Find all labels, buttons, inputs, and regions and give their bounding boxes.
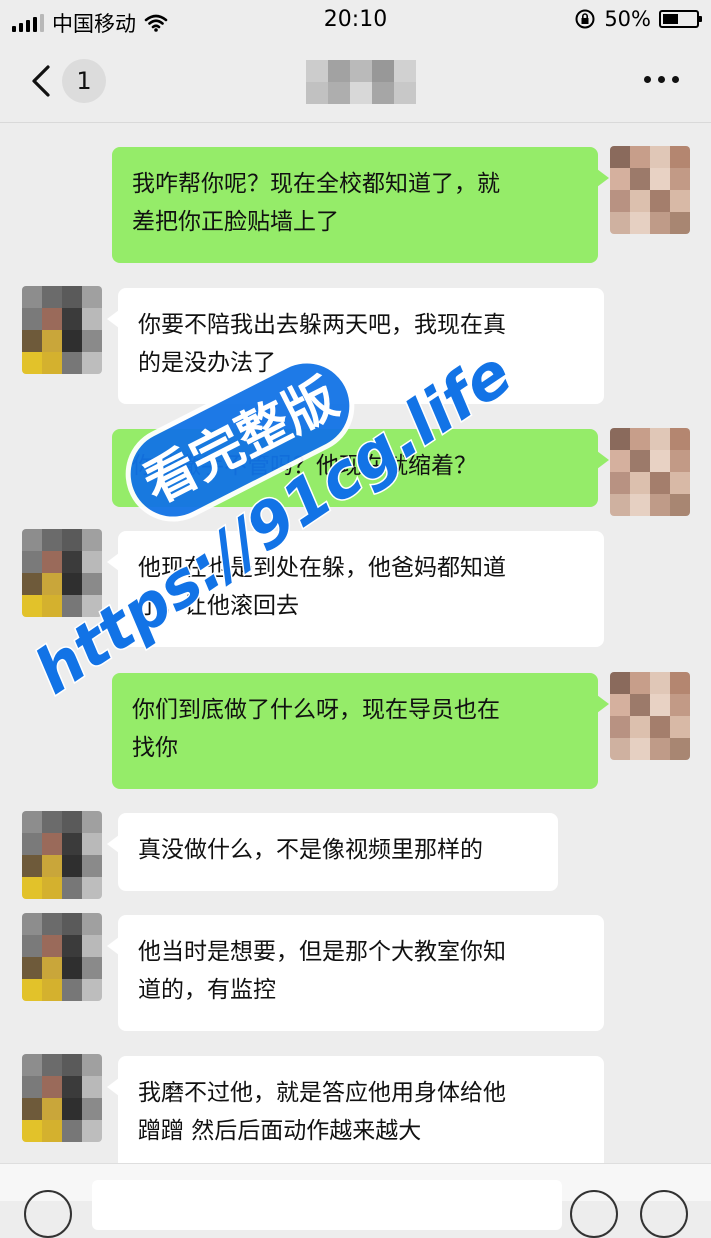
avatar[interactable] bbox=[610, 428, 690, 516]
message-bubble[interactable]: 他现在也是到处在躲，他爸妈都知道 了，让他滚回去 bbox=[107, 531, 604, 647]
message-bubble[interactable]: 他当时是想要，但是那个大教室你知 道的，有监控 bbox=[107, 915, 604, 1031]
message-text-line: 我磨不过他，就是答应他用身体给他 bbox=[138, 1080, 506, 1106]
message-text-line: 的是没办法了 bbox=[138, 350, 276, 376]
message-text-line: 你就撒手不管吗？他现在就缩着？ bbox=[132, 453, 477, 479]
chat-title-blurred bbox=[306, 60, 416, 104]
avatar[interactable] bbox=[610, 672, 690, 760]
rotation-lock-icon bbox=[575, 9, 595, 29]
message-bubble[interactable]: 我咋帮你呢？现在全校都知道了，就 差把你正脸贴墙上了 bbox=[112, 147, 609, 263]
battery-icon bbox=[659, 10, 702, 28]
add-icon[interactable] bbox=[640, 1190, 688, 1238]
message-text-line: 他当时是想要，但是那个大教室你知 bbox=[138, 939, 506, 965]
message-text-line: 我咋帮你呢？现在全校都知道了，就 bbox=[132, 171, 500, 197]
message-bubble[interactable]: 你们到底做了什么呀，现在导员也在 找你 bbox=[112, 673, 609, 789]
status-bar: 中国移动 20:10 50% bbox=[0, 0, 711, 40]
emoji-icon[interactable] bbox=[570, 1190, 618, 1238]
message-text-line: 你们到底做了什么呀，现在导员也在 bbox=[132, 697, 500, 723]
message-text-line: 找你 bbox=[132, 735, 178, 761]
battery-percent: 50% bbox=[604, 7, 651, 31]
message-text-line: 差把你正脸贴墙上了 bbox=[132, 209, 339, 235]
chat-header: 1 bbox=[0, 40, 711, 123]
voice-icon[interactable] bbox=[24, 1190, 72, 1238]
message-text-line: 道的，有监控 bbox=[138, 977, 276, 1003]
avatar[interactable] bbox=[22, 1054, 102, 1142]
more-icon[interactable] bbox=[644, 76, 679, 83]
message-text-line: 蹭蹭 然后后面动作越来越大 bbox=[138, 1118, 422, 1144]
avatar[interactable] bbox=[22, 529, 102, 617]
avatar[interactable] bbox=[22, 811, 102, 899]
message-text-line: 真没做什么，不是像视频里那样的 bbox=[138, 837, 483, 863]
input-bar bbox=[0, 1163, 711, 1238]
message-bubble[interactable]: 你就撒手不管吗？他现在就缩着？ bbox=[112, 429, 609, 507]
message-bubble[interactable]: 我磨不过他，就是答应他用身体给他 蹭蹭 然后后面动作越来越大 bbox=[107, 1056, 604, 1172]
message-bubble[interactable]: 真没做什么，不是像视频里那样的 bbox=[107, 813, 558, 891]
message-text-line: 了，让他滚回去 bbox=[138, 593, 299, 619]
avatar[interactable] bbox=[610, 146, 690, 234]
unread-count-badge[interactable]: 1 bbox=[62, 59, 106, 103]
message-text-line: 他现在也是到处在躲，他爸妈都知道 bbox=[138, 555, 506, 581]
message-list[interactable]: 我咋帮你呢？现在全校都知道了，就 差把你正脸贴墙上了你要不陪我出去躲两天吧，我现在… bbox=[0, 123, 711, 1172]
message-bubble[interactable]: 你要不陪我出去躲两天吧，我现在真 的是没办法了 bbox=[107, 288, 604, 404]
message-text-line: 你要不陪我出去躲两天吧，我现在真 bbox=[138, 312, 506, 338]
back-chevron-icon[interactable] bbox=[28, 64, 58, 98]
avatar[interactable] bbox=[22, 913, 102, 1001]
avatar[interactable] bbox=[22, 286, 102, 374]
message-input[interactable] bbox=[92, 1180, 562, 1230]
